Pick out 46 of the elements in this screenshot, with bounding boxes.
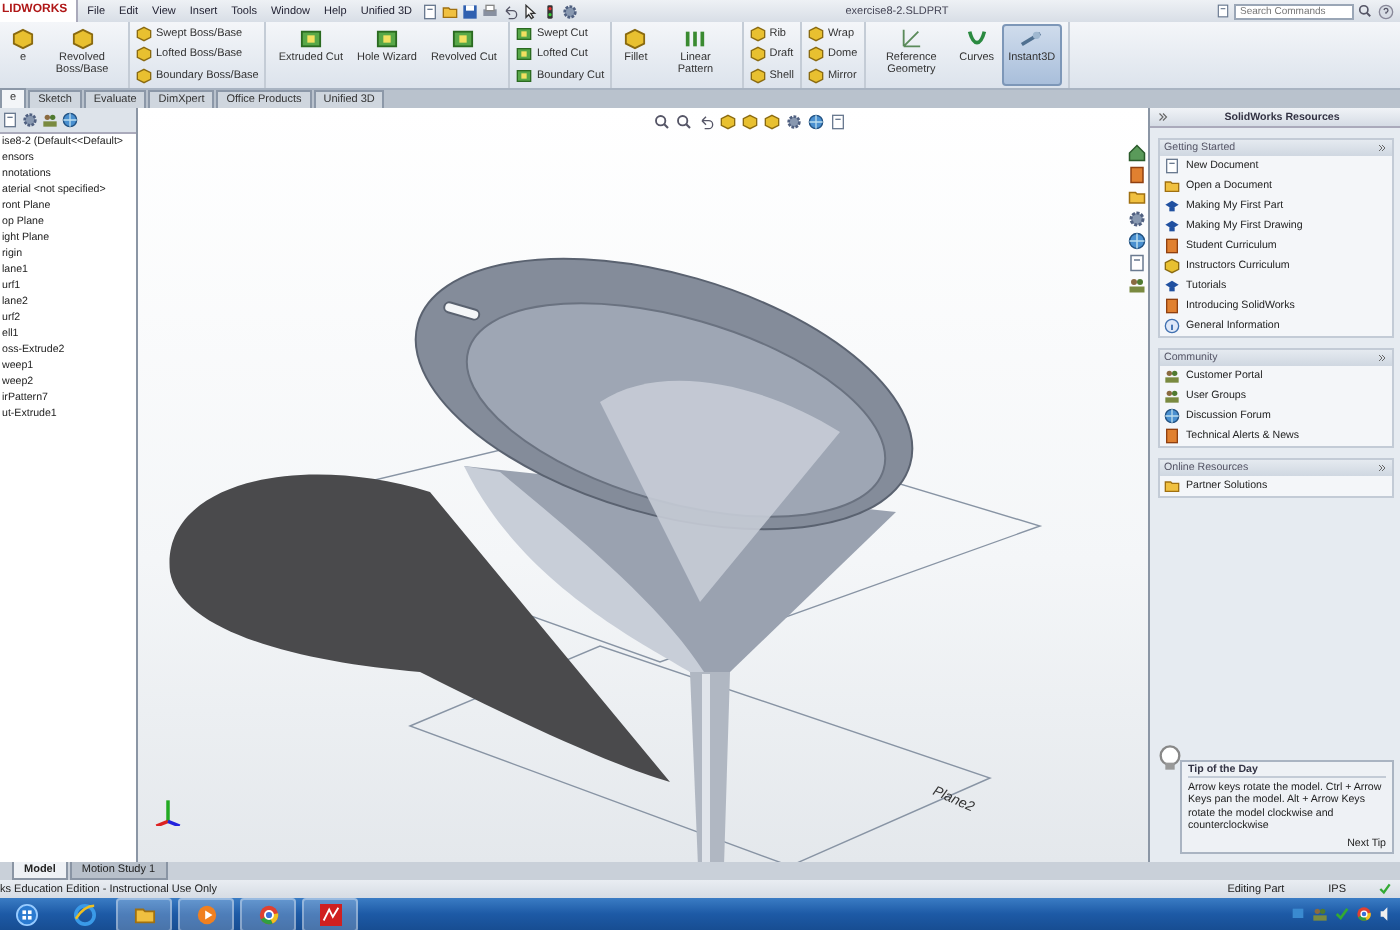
- previous-view-icon[interactable]: [698, 114, 714, 130]
- help-icon: [1378, 3, 1394, 19]
- cube-icon: [624, 28, 647, 50]
- graduation-cap-icon: [1164, 278, 1180, 294]
- new-document-icon[interactable]: [422, 3, 439, 19]
- globe-icon: [1164, 408, 1180, 424]
- select-cursor-icon[interactable]: [522, 3, 539, 19]
- browser-icon[interactable]: [73, 903, 95, 925]
- collapse-icon[interactable]: [1376, 352, 1388, 364]
- collapse-icon[interactable]: [1376, 142, 1388, 154]
- home-icon[interactable]: [1128, 144, 1146, 162]
- info-icon: [1164, 318, 1180, 334]
- print-icon[interactable]: [482, 3, 499, 19]
- options-icon[interactable]: [562, 3, 579, 19]
- axes-icon: [900, 28, 923, 50]
- chrome-icon[interactable]: [257, 903, 279, 925]
- cut-feature-icon: [452, 28, 475, 50]
- collapse-icon[interactable]: [1156, 110, 1170, 124]
- cube-icon: [71, 28, 93, 50]
- zoom-fit-icon[interactable]: [654, 114, 670, 130]
- triad-icon: [154, 798, 182, 826]
- media-player-icon[interactable]: [195, 903, 217, 925]
- folder-icon[interactable]: [133, 903, 155, 925]
- zoom-area-icon[interactable]: [676, 114, 692, 130]
- cut-feature-icon: [375, 28, 398, 50]
- undo-icon[interactable]: [502, 3, 519, 19]
- folder-icon: [1164, 178, 1180, 194]
- save-icon[interactable]: [462, 3, 479, 19]
- pointer-icon: [1020, 28, 1043, 50]
- document-icon: [1164, 158, 1180, 174]
- start-orb-icon[interactable]: [15, 903, 37, 925]
- chrome-icon[interactable]: [1356, 906, 1372, 922]
- light-bulb-icon: [1156, 743, 1184, 772]
- solidworks-icon[interactable]: [319, 903, 341, 925]
- cube-icon: [12, 28, 34, 50]
- graduation-cap-icon: [1164, 198, 1180, 214]
- cut-feature-icon: [299, 28, 322, 50]
- people-icon: [1164, 368, 1180, 384]
- search-icon: [1358, 4, 1372, 18]
- status-icon: [1378, 882, 1392, 896]
- graduation-cap-icon: [1164, 218, 1180, 234]
- pattern-icon: [684, 28, 707, 50]
- curve-icon: [965, 28, 988, 50]
- people-icon: [1164, 388, 1180, 404]
- library-icon[interactable]: [1128, 166, 1146, 184]
- collapse-icon[interactable]: [1376, 462, 1388, 474]
